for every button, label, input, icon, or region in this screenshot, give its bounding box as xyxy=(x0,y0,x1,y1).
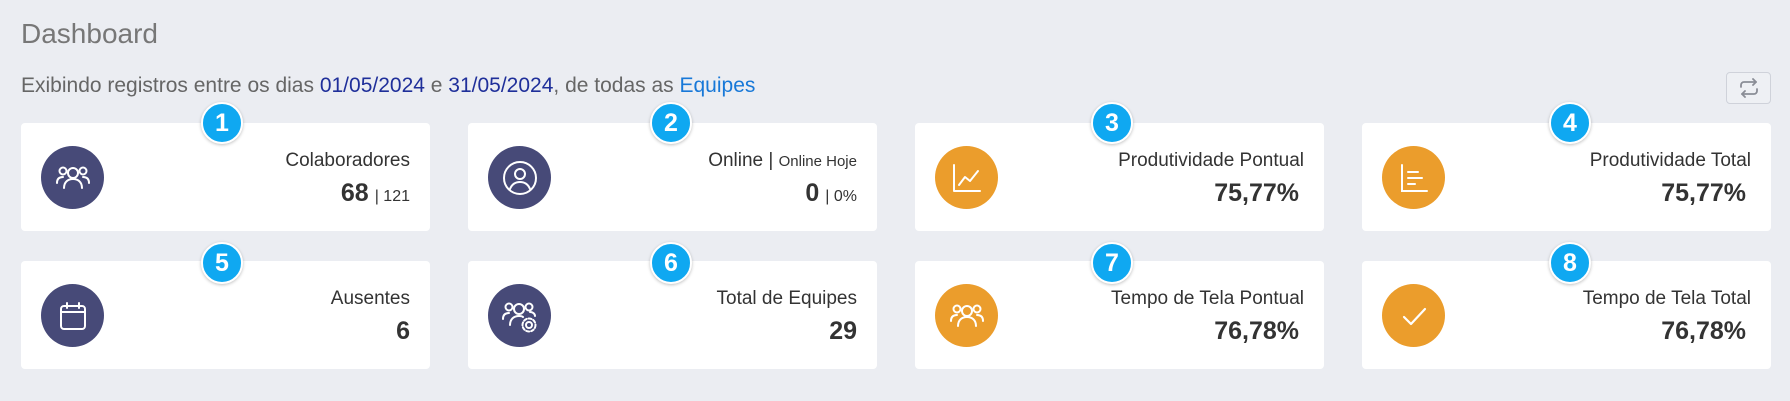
users-icon xyxy=(949,304,984,327)
card-value: 75,77% xyxy=(1214,179,1299,207)
card-icon-circle xyxy=(488,284,551,347)
number-badge: 6 xyxy=(650,242,692,284)
card-value: 0 | 0% xyxy=(805,179,857,207)
card-icon-circle xyxy=(41,146,104,209)
teams-filter-link[interactable]: Equipes xyxy=(680,74,756,97)
line-chart-icon xyxy=(952,163,981,192)
end-date-link[interactable]: 31/05/2024 xyxy=(448,74,553,97)
number-badge: 1 xyxy=(201,102,243,144)
card-label: Tempo de Tela Pontual xyxy=(1111,288,1304,309)
calendar-icon xyxy=(59,301,86,330)
card-value: 75,77% xyxy=(1661,179,1746,207)
card-label: Ausentes xyxy=(330,288,410,309)
card-label: Total de Equipes xyxy=(716,288,858,309)
card-icon-circle xyxy=(1382,146,1445,209)
card-icon-circle xyxy=(41,284,104,347)
page-title: Dashboard xyxy=(21,18,158,49)
card-value: 6 xyxy=(396,317,410,345)
bar-list-icon xyxy=(1400,163,1428,192)
number-badge: 2 xyxy=(650,102,692,144)
card-label: Produtividade Total xyxy=(1589,150,1751,171)
number-badge: 7 xyxy=(1091,242,1133,284)
number-badge: 4 xyxy=(1549,102,1591,144)
start-date-link[interactable]: 01/05/2024 xyxy=(320,74,425,97)
users-icon xyxy=(55,166,90,189)
card-label: Colaboradores xyxy=(285,150,410,171)
check-icon xyxy=(1402,307,1426,325)
number-badge: 5 xyxy=(201,242,243,284)
team-settings-icon xyxy=(501,302,536,332)
card-icon-circle xyxy=(488,146,551,209)
card-value: 29 xyxy=(829,317,857,345)
user-circle-icon xyxy=(502,160,537,195)
card-icon-circle xyxy=(935,146,998,209)
card-value: 76,78% xyxy=(1214,317,1299,345)
card-value: 68 | 121 xyxy=(340,179,410,207)
number-badge: 8 xyxy=(1549,242,1591,284)
refresh-icon xyxy=(1739,78,1758,98)
card-label: Online | Online Hoje xyxy=(708,150,857,171)
refresh-button[interactable] xyxy=(1726,72,1771,104)
card-icon-circle xyxy=(935,284,998,347)
subtitle-middle: , de todas as xyxy=(553,74,680,97)
subtitle-join: e xyxy=(424,74,449,97)
date-range-subtitle: Exibindo registros entre os dias 01/05/2… xyxy=(21,74,755,98)
card-secondary-value: | 121 xyxy=(374,188,410,205)
card-value: 76,78% xyxy=(1661,317,1746,345)
card-secondary-value: | 0% xyxy=(825,188,857,205)
card-icon-circle xyxy=(1382,284,1445,347)
subtitle-prefix: Exibindo registros entre os dias xyxy=(21,74,320,97)
card-label-sub: Online Hoje xyxy=(778,153,857,170)
card-label: Tempo de Tela Total xyxy=(1582,288,1751,309)
card-label: Produtividade Pontual xyxy=(1118,150,1304,171)
number-badge: 3 xyxy=(1091,102,1133,144)
